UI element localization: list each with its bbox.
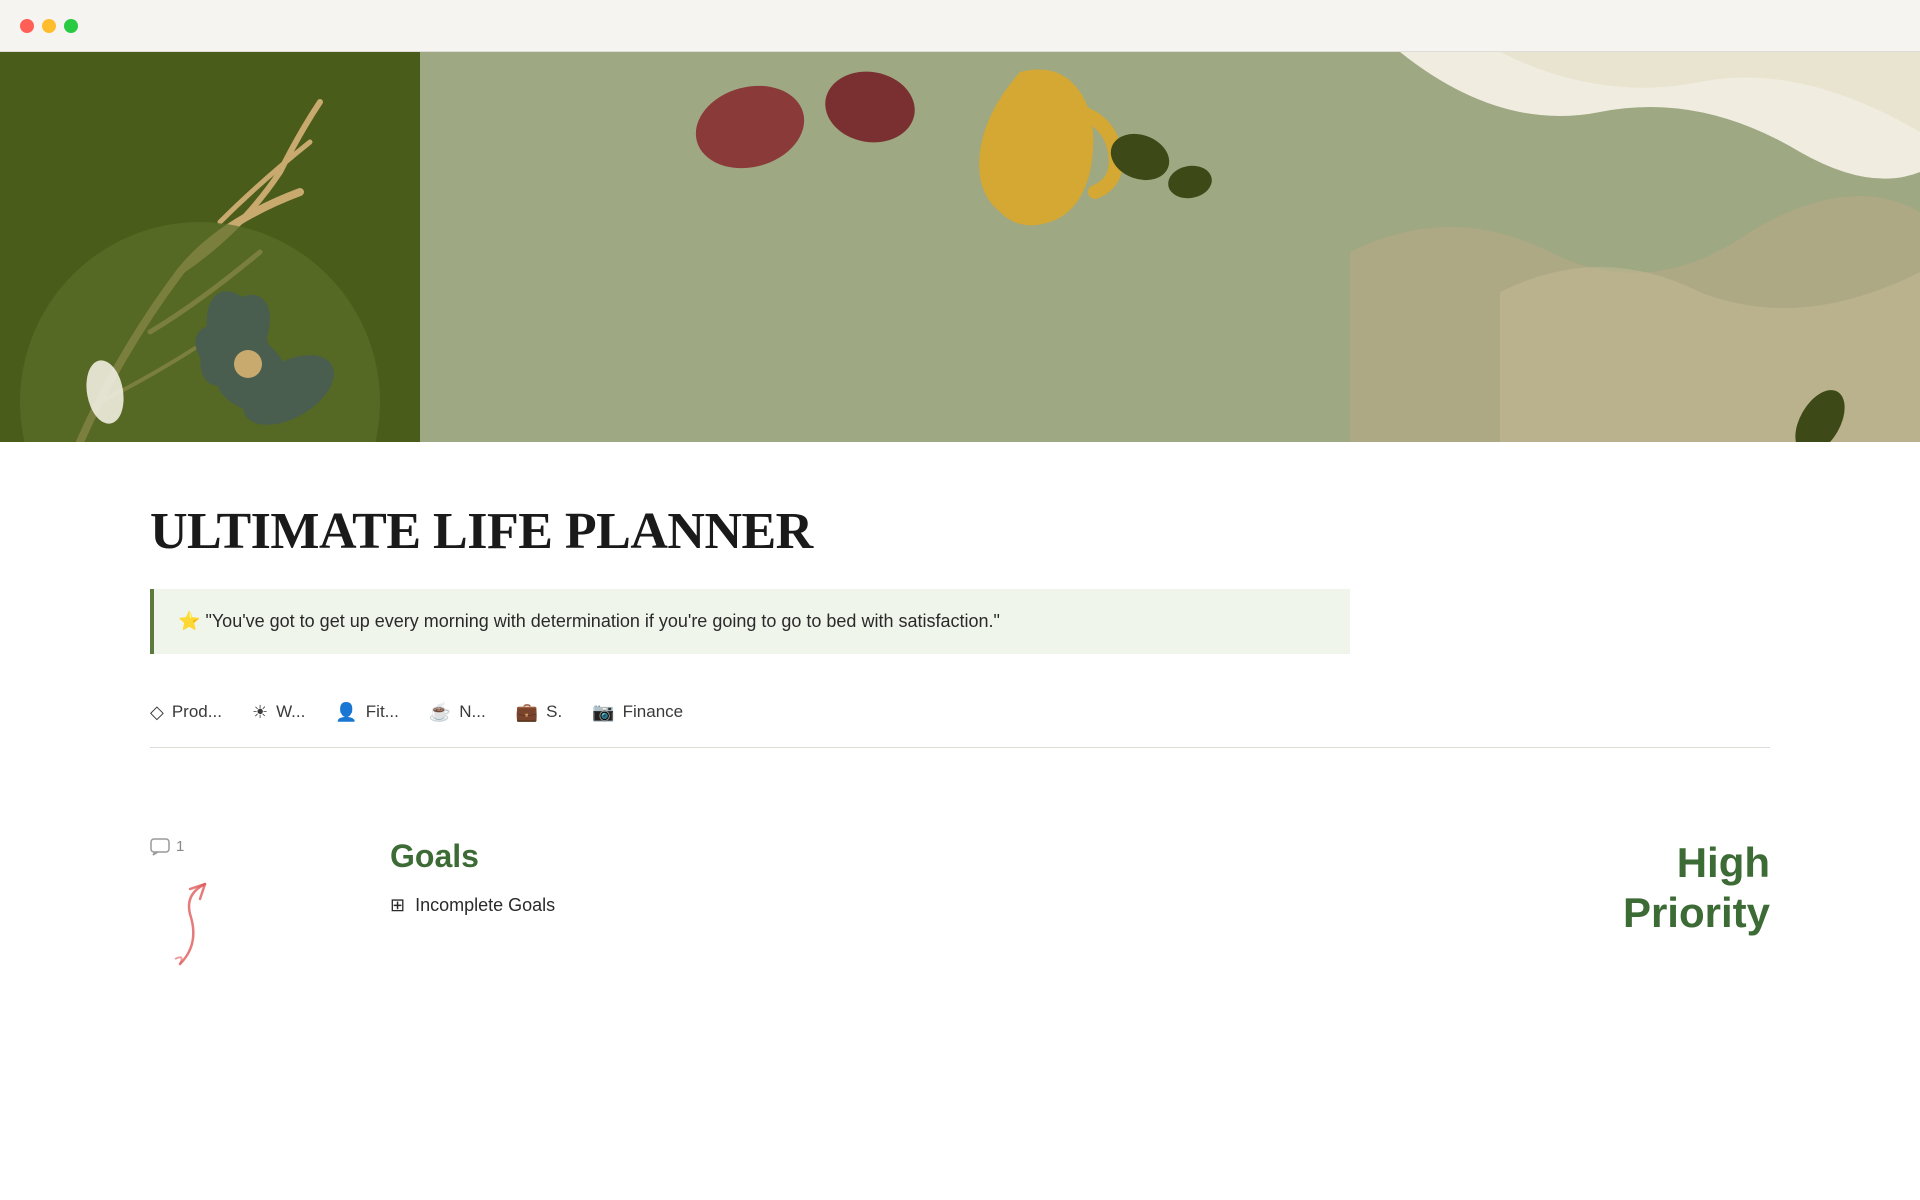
nav-tabs: ◇ Prod... ☀ W... 👤 Fit... ☕ N... 💼 S. 📷	[150, 694, 1770, 748]
sketch-arrow	[150, 864, 310, 984]
tab-productivity-label: Prod...	[172, 702, 222, 722]
goals-section: Goals ⊞ Incomplete Goals	[390, 838, 1583, 916]
hero-illustration	[0, 52, 1920, 442]
fitness-icon: 👤	[335, 702, 357, 723]
nutrition-icon: ☕	[429, 702, 451, 723]
bottom-section: 1 Goals ⊞ Incomplete Goals High Priority	[0, 808, 1920, 1019]
goals-incomplete-item[interactable]: ⊞ Incomplete Goals	[390, 895, 1583, 916]
tab-finance[interactable]: 📷 Finance	[592, 694, 713, 731]
quote-icon: ⭐	[178, 611, 200, 631]
goals-title: Goals	[390, 838, 1583, 875]
tab-social-label: S.	[546, 702, 562, 722]
tab-fitness[interactable]: 👤 Fit...	[335, 694, 428, 731]
page-title: ULTIMATE LIFE PLANNER	[150, 502, 1770, 561]
minimize-button[interactable]	[42, 19, 56, 33]
sketch-area: 1	[150, 838, 350, 989]
main-content: ULTIMATE LIFE PLANNER ⭐ "You've got to g…	[0, 0, 1920, 1019]
priority-section: High Priority	[1623, 838, 1770, 939]
traffic-lights	[20, 19, 78, 33]
productivity-icon: ◇	[150, 702, 164, 723]
incomplete-goals-label: Incomplete Goals	[415, 895, 555, 916]
quote-block: ⭐ "You've got to get up every morning wi…	[150, 589, 1350, 654]
tab-nutrition[interactable]: ☕ N...	[429, 694, 516, 731]
content-area: ULTIMATE LIFE PLANNER ⭐ "You've got to g…	[0, 442, 1920, 808]
priority-high: High	[1677, 839, 1770, 886]
maximize-button[interactable]	[64, 19, 78, 33]
priority-title: High Priority	[1623, 838, 1770, 939]
tab-wellness-label: W...	[276, 702, 305, 722]
window-chrome	[0, 0, 1920, 52]
quote-text: ⭐ "You've got to get up every morning wi…	[178, 611, 1000, 631]
hero-banner	[0, 52, 1920, 442]
finance-icon: 📷	[592, 702, 614, 723]
tab-nutrition-label: N...	[459, 702, 485, 722]
tab-wellness[interactable]: ☀ W...	[252, 694, 335, 731]
tab-social[interactable]: 💼 S.	[516, 694, 592, 731]
comment-count: 1	[176, 838, 184, 855]
tab-fitness-label: Fit...	[366, 702, 399, 722]
wellness-icon: ☀	[252, 702, 268, 723]
comment-icon	[150, 838, 170, 856]
close-button[interactable]	[20, 19, 34, 33]
tab-finance-label: Finance	[623, 702, 683, 722]
social-icon: 💼	[516, 702, 538, 723]
priority-label: Priority	[1623, 889, 1770, 936]
table-icon: ⊞	[390, 895, 405, 916]
tab-productivity[interactable]: ◇ Prod...	[150, 694, 252, 731]
quote-content: "You've got to get up every morning with…	[205, 611, 999, 631]
comment-badge: 1	[150, 838, 350, 856]
